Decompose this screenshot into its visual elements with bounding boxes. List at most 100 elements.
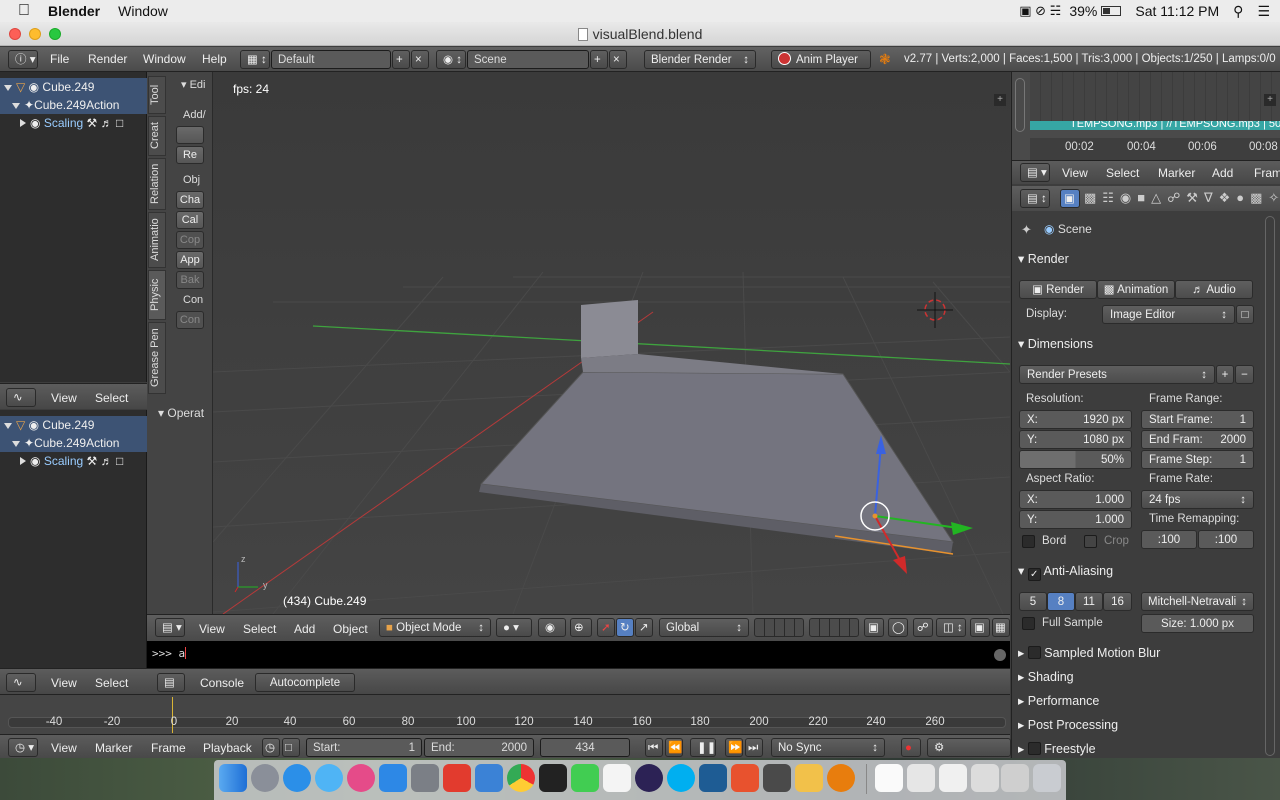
next-keyframe-button[interactable]: ⏩ — [725, 738, 743, 757]
outliner-row-scaling[interactable]: ◉ Scaling ⚒ ♬ □ — [0, 452, 147, 470]
render-engine-dropdown[interactable]: Blender Render ↕ — [644, 50, 756, 69]
sync-mode-dropdown[interactable]: No Sync ↕ — [771, 738, 885, 757]
animation-button[interactable]: ▩ Animation — [1097, 280, 1175, 299]
timeline-scrubber[interactable] — [8, 717, 1006, 728]
display-window-icon[interactable]: □ — [1236, 305, 1254, 324]
post-processing-panel-header[interactable]: ▸ Post Processing — [1018, 715, 1258, 735]
freestyle-panel-header[interactable]: ▸ Freestyle — [1018, 739, 1258, 759]
preview-icon[interactable] — [795, 764, 823, 792]
minimize-window-button[interactable] — [29, 28, 41, 40]
clock[interactable]: Sat 11:12 PM — [1135, 3, 1219, 19]
viewport-plus-icon[interactable]: + — [994, 94, 1006, 106]
mysql-workbench-icon[interactable] — [699, 764, 727, 792]
sublime-text-icon[interactable] — [763, 764, 791, 792]
sequencer-vscroll[interactable] — [1015, 78, 1025, 132]
timeline-view-menu[interactable]: View — [51, 741, 77, 755]
outliner-view-menu[interactable]: View — [51, 391, 77, 405]
zoom-window-button[interactable] — [49, 28, 61, 40]
prev-keyframe-button[interactable]: ⏪ — [665, 738, 683, 757]
timeline[interactable] — [0, 694, 1010, 734]
aspect-y-field[interactable]: Y: 1.000 — [1019, 510, 1132, 529]
graph-editor-icon[interactable]: ∿ — [6, 388, 36, 407]
aspect-x-field[interactable]: X: 1.000 — [1019, 490, 1132, 509]
manipulator-toggle[interactable]: ⊕ — [570, 618, 592, 637]
timeline-marker-menu[interactable]: Marker — [95, 741, 132, 755]
proportional-edit-icon[interactable]: ◯ — [888, 618, 908, 637]
app-menu[interactable]: Blender — [48, 3, 100, 19]
chrome-icon[interactable] — [507, 764, 535, 792]
tab-animation[interactable]: Animatio — [148, 212, 166, 268]
copy-button[interactable]: Cop — [176, 231, 204, 249]
edit-section-header[interactable]: ▾ Edi — [181, 78, 211, 91]
re-button[interactable]: Re — [176, 146, 204, 164]
trash-icon[interactable] — [1033, 764, 1061, 792]
audio-button[interactable]: ♬ Audio — [1175, 280, 1253, 299]
pause-button[interactable]: ❚❚ — [690, 738, 716, 757]
python-console[interactable]: >>> a — [147, 641, 1010, 668]
document-icon[interactable] — [907, 764, 935, 792]
scale-manipulator[interactable]: ↗ — [635, 618, 653, 637]
freestyle-checkbox[interactable] — [1027, 742, 1041, 755]
remove-preset-button[interactable]: − — [1235, 365, 1254, 384]
translate-manipulator[interactable]: ➚ — [597, 618, 615, 637]
anti-aliasing-checkbox[interactable]: ✓ — [1027, 568, 1041, 581]
launchpad-icon[interactable] — [251, 764, 279, 792]
lock-icon[interactable]: □ — [116, 116, 123, 130]
resolution-percentage-slider[interactable]: 50% — [1019, 450, 1132, 469]
viewport-select-menu[interactable]: Select — [243, 622, 276, 636]
resolution-x-field[interactable]: X: 1920 px — [1019, 410, 1132, 429]
eye-icon[interactable]: ◉ — [29, 80, 39, 94]
snap-target-dropdown[interactable]: ◫ ↕ — [936, 618, 966, 637]
document-icon[interactable] — [875, 764, 903, 792]
skype-icon[interactable] — [667, 764, 695, 792]
sampled-motion-blur-checkbox[interactable] — [1027, 646, 1041, 659]
tab-physics[interactable]: Physic — [148, 270, 166, 320]
sequencer-plus-icon[interactable]: + — [1264, 94, 1276, 106]
speaker-icon[interactable]: ♬ — [101, 116, 113, 130]
lock-icon[interactable]: □ — [116, 454, 123, 468]
editor-type-console-button[interactable]: ▤ — [157, 673, 185, 692]
properties-scrollbar[interactable] — [1265, 216, 1275, 756]
time-remap-old-field[interactable]: :100 — [1141, 530, 1197, 549]
lock-camera-icon[interactable]: ▣ — [864, 618, 884, 637]
viewport-object-menu[interactable]: Object — [333, 622, 368, 636]
full-sample-checkbox[interactable] — [1022, 617, 1035, 630]
3d-viewport[interactable]: fps: 24 z y (434) Cube.249 + — [213, 72, 1010, 614]
start-frame-prop-field[interactable]: Start Frame: 1 — [1141, 410, 1254, 429]
editor-type-info-button[interactable]: ⓘ ▾ — [8, 50, 38, 69]
con-button[interactable]: Con — [176, 311, 204, 329]
layer-buttons-1[interactable] — [754, 618, 804, 637]
outliner-row-action[interactable]: ✦Cube.249Action — [0, 434, 147, 452]
outliner-select-menu[interactable]: Select — [95, 676, 128, 690]
rotate-manipulator[interactable]: ↻ — [616, 618, 634, 637]
editor-type-3d-button[interactable]: ▤ ▾ — [155, 618, 185, 637]
add-preset-button[interactable]: + — [1216, 365, 1234, 384]
itunes-icon[interactable] — [347, 764, 375, 792]
sequencer-add-menu[interactable]: Add — [1212, 166, 1233, 180]
pivot-point-dropdown[interactable]: ◉ — [538, 618, 566, 637]
menu-window[interactable]: Window — [143, 52, 186, 66]
document-icon[interactable] — [1001, 764, 1029, 792]
outliner-row-cube[interactable]: ▽ ◉ Cube.249 — [0, 78, 147, 96]
end-frame-prop-field[interactable]: End Fram: 2000 — [1141, 430, 1254, 449]
frame-step-field[interactable]: Frame Step: 1 — [1141, 450, 1254, 469]
timeline-playback-menu[interactable]: Playback — [203, 741, 252, 755]
outliner-row-action[interactable]: ✦Cube.249Action — [0, 96, 147, 114]
current-frame-field[interactable]: 434 — [540, 738, 630, 757]
editor-type-properties-button[interactable]: ▤ ↕ — [1020, 189, 1050, 208]
tab-relations[interactable]: Relation — [148, 158, 166, 210]
tab-tools[interactable]: Tool — [148, 76, 166, 114]
eye-icon[interactable]: ◉ — [29, 418, 39, 432]
battery-percent[interactable]: 39% — [1069, 3, 1097, 19]
add-layout-button[interactable]: + — [392, 50, 410, 69]
performance-panel-header[interactable]: ▸ Performance — [1018, 691, 1258, 711]
display-dropdown[interactable]: Image Editor ↕ — [1102, 305, 1235, 324]
tab-grease-pencil[interactable]: Grease Pen — [148, 322, 166, 394]
filezilla-icon[interactable] — [731, 764, 759, 792]
jump-end-button[interactable]: ⏭ — [745, 738, 763, 757]
sequencer-marker-menu[interactable]: Marker — [1158, 166, 1195, 180]
transform-orientation-dropdown[interactable]: Global ↕ — [659, 618, 749, 637]
menu-file[interactable]: File — [50, 52, 69, 66]
filter-size-field[interactable]: Size: 1.000 px — [1141, 614, 1254, 633]
autocomplete-button[interactable]: Autocomplete — [255, 673, 355, 692]
